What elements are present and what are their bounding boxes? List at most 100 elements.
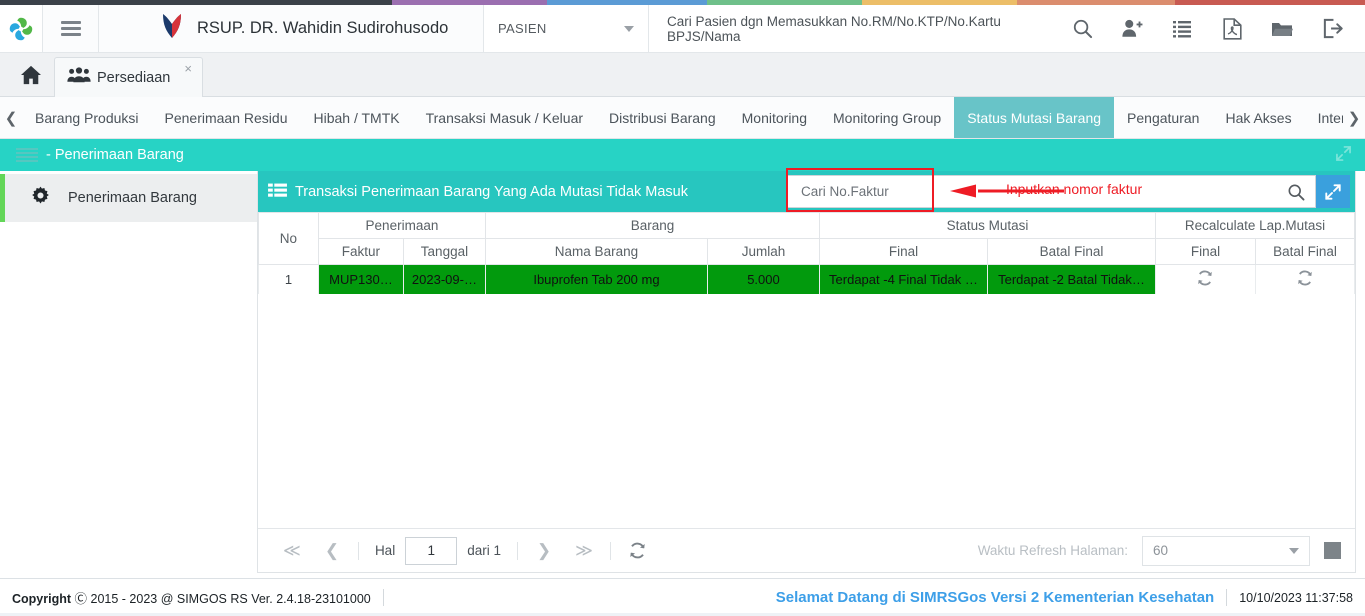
- cell-jumlah: 5.000: [706, 264, 820, 294]
- brand-block: RSUP. DR. Wahidin Sudirohusodo: [99, 5, 484, 52]
- faktur-search-input[interactable]: Cari No.Faktur: [787, 184, 1277, 199]
- modnav-item-penerimaan-residu[interactable]: Penerimaan Residu: [152, 97, 301, 138]
- cell-no: 1: [257, 264, 319, 294]
- module-nav-items: Barang Produksi Penerimaan Residu Hibah …: [22, 97, 1343, 138]
- divider: [609, 541, 611, 560]
- list-icon[interactable]: [1157, 5, 1207, 53]
- modnav-item-hibah-tmtk[interactable]: Hibah / TMTK: [300, 97, 412, 138]
- hamburger-menu-icon[interactable]: [43, 5, 99, 52]
- search-icon[interactable]: [1057, 5, 1107, 53]
- cell-status-batal-final: Terdapat -2 Batal Tidak…: [986, 264, 1156, 294]
- sidebar-item-label: Penerimaan Barang: [68, 190, 197, 206]
- home-icon[interactable]: [8, 54, 54, 96]
- pdf-file-icon[interactable]: [1207, 5, 1257, 53]
- copyright-label: Copyright: [12, 592, 72, 606]
- modnav-item-interkoneksi-sakti[interactable]: Interkoneksi SAKTI: [1305, 97, 1343, 138]
- chevron-right-icon[interactable]: ❯: [1343, 97, 1365, 138]
- tab-strip: Persediaan ×: [0, 53, 1365, 97]
- tab-persediaan[interactable]: Persediaan ×: [54, 57, 203, 97]
- modnav-item-monitoring[interactable]: Monitoring: [729, 97, 820, 138]
- stop-square-icon[interactable]: [1324, 542, 1341, 559]
- welcome-message: Selamat Datang di SIMRSGos Versi 2 Kemen…: [775, 589, 1215, 606]
- page-label: Hal: [374, 543, 396, 558]
- users-group-icon: [67, 67, 91, 88]
- modnav-item-distribusi-barang[interactable]: Distribusi Barang: [596, 97, 729, 138]
- logout-icon[interactable]: [1307, 5, 1357, 53]
- refresh-icon[interactable]: [1296, 270, 1314, 290]
- expand-arrows-icon[interactable]: [1336, 146, 1355, 164]
- search-icon[interactable]: [1277, 183, 1315, 201]
- module-navigation: ❮ Barang Produksi Penerimaan Residu Hiba…: [0, 97, 1365, 139]
- refresh-interval-select[interactable]: 60: [1142, 535, 1310, 566]
- banner-title: - Penerimaan Barang: [46, 147, 184, 163]
- chevron-right-icon[interactable]: ❯: [524, 536, 564, 566]
- gear-icon: [31, 186, 50, 210]
- th-penerimaan: Penerimaan: [317, 212, 486, 239]
- patient-context-select[interactable]: PASIEN: [484, 5, 649, 52]
- panel-title: Transaksi Penerimaan Barang Yang Ada Mut…: [294, 183, 688, 200]
- content-body: Penerimaan Barang Transaksi Penerimaan B…: [0, 168, 1365, 573]
- expand-diagonal-icon[interactable]: [1316, 175, 1350, 208]
- chevron-left-icon[interactable]: ❮: [0, 97, 22, 138]
- global-search-placeholder: Cari Pasien dgn Memasukkan No.RM/No.KTP/…: [667, 13, 1001, 44]
- simgos-pinwheel-logo[interactable]: [0, 5, 43, 52]
- th-tanggal: Tanggal: [402, 238, 486, 265]
- modnav-item-transaksi-masuk-keluar[interactable]: Transaksi Masuk / Keluar: [413, 97, 596, 138]
- sidebar: Penerimaan Barang: [0, 171, 257, 573]
- folder-icon[interactable]: [1257, 5, 1307, 53]
- app-footer: Copyright Ⓒ 2015 - 2023 @ SIMGOS RS Ver.…: [0, 578, 1365, 616]
- divider: [357, 541, 359, 560]
- header-icon-bar: [1057, 5, 1365, 52]
- page-total-label: dari 1: [467, 543, 501, 558]
- app-header: RSUP. DR. Wahidin Sudirohusodo PASIEN Ca…: [0, 5, 1365, 53]
- double-chevron-left-icon[interactable]: ≪: [272, 536, 312, 566]
- panel-search-wrap: Cari No.Faktur: [786, 171, 1355, 212]
- divider: [382, 589, 384, 606]
- footer-right: Selamat Datang di SIMRSGos Versi 2 Kemen…: [776, 589, 1353, 606]
- modnav-item-hak-akses[interactable]: Hak Akses: [1212, 97, 1304, 138]
- refresh-interval-label: Waktu Refresh Halaman:: [977, 543, 1128, 558]
- copyright-detail: 2015 - 2023 @ SIMGOS RS Ver. 2.4.18-2310…: [90, 592, 371, 606]
- mutation-table: No Penerimaan Barang Status Mutasi Recal…: [257, 212, 1356, 294]
- table-list-icon: [267, 183, 287, 200]
- th-jumlah: Jumlah: [706, 238, 820, 265]
- th-recalc-final: Final: [1154, 238, 1256, 265]
- refresh-settings: Waktu Refresh Halaman: 60: [977, 535, 1341, 566]
- panel-header: Transaksi Penerimaan Barang Yang Ada Mut…: [257, 168, 1355, 212]
- grid-body: No Penerimaan Barang Status Mutasi Recal…: [257, 212, 1356, 528]
- global-search-field[interactable]: Cari Pasien dgn Memasukkan No.RM/No.KTP/…: [649, 5, 1057, 52]
- cell-recalc-batal-final[interactable]: [1254, 264, 1356, 294]
- sidebar-item-penerimaan-barang[interactable]: Penerimaan Barang: [0, 174, 257, 222]
- table-sub-header-row: Faktur Tanggal Nama Barang Jumlah Final …: [258, 238, 1356, 265]
- refresh-icon[interactable]: [617, 541, 659, 560]
- faktur-search-box[interactable]: Cari No.Faktur: [786, 175, 1316, 208]
- copyright-icon: Ⓒ: [74, 592, 88, 606]
- application-window: RSUP. DR. Wahidin Sudirohusodo PASIEN Ca…: [0, 0, 1365, 616]
- th-status-mutasi: Status Mutasi: [818, 212, 1156, 239]
- refresh-icon[interactable]: [1196, 270, 1214, 290]
- cell-tanggal: 2023-09-…: [402, 264, 486, 294]
- th-barang: Barang: [484, 212, 820, 239]
- chevron-left-icon[interactable]: ❮: [312, 536, 352, 566]
- th-status-final: Final: [818, 238, 988, 265]
- table-group-header-row: No Penerimaan Barang Status Mutasi Recal…: [257, 212, 1356, 265]
- cell-recalc-final[interactable]: [1154, 264, 1256, 294]
- patient-context-value: PASIEN: [498, 21, 547, 36]
- cell-faktur: MUP130…: [317, 264, 404, 294]
- modnav-item-status-mutasi-barang[interactable]: Status Mutasi Barang: [954, 97, 1115, 138]
- refresh-interval-value: 60: [1153, 543, 1169, 558]
- brand-title: RSUP. DR. Wahidin Sudirohusodo: [197, 19, 449, 37]
- data-panel: Transaksi Penerimaan Barang Yang Ada Mut…: [256, 168, 1356, 573]
- page-number-input[interactable]: 1: [405, 536, 458, 565]
- close-icon[interactable]: ×: [184, 61, 192, 76]
- table-row[interactable]: 1 MUP130… 2023-09-… Ibuprofen Tab 200 mg…: [257, 264, 1356, 294]
- add-user-icon[interactable]: [1107, 5, 1157, 53]
- modnav-item-monitoring-group[interactable]: Monitoring Group: [820, 97, 954, 138]
- double-chevron-right-icon[interactable]: ≫: [564, 536, 604, 566]
- th-status-batal-final: Batal Final: [986, 238, 1156, 265]
- chevron-down-icon: [624, 25, 634, 32]
- faktur-search-placeholder: Cari No.Faktur: [801, 184, 889, 199]
- modnav-item-pengaturan[interactable]: Pengaturan: [1114, 97, 1212, 138]
- modnav-item-barang-produksi[interactable]: Barang Produksi: [22, 97, 152, 138]
- th-recalc-batal-final: Batal Final: [1254, 238, 1356, 265]
